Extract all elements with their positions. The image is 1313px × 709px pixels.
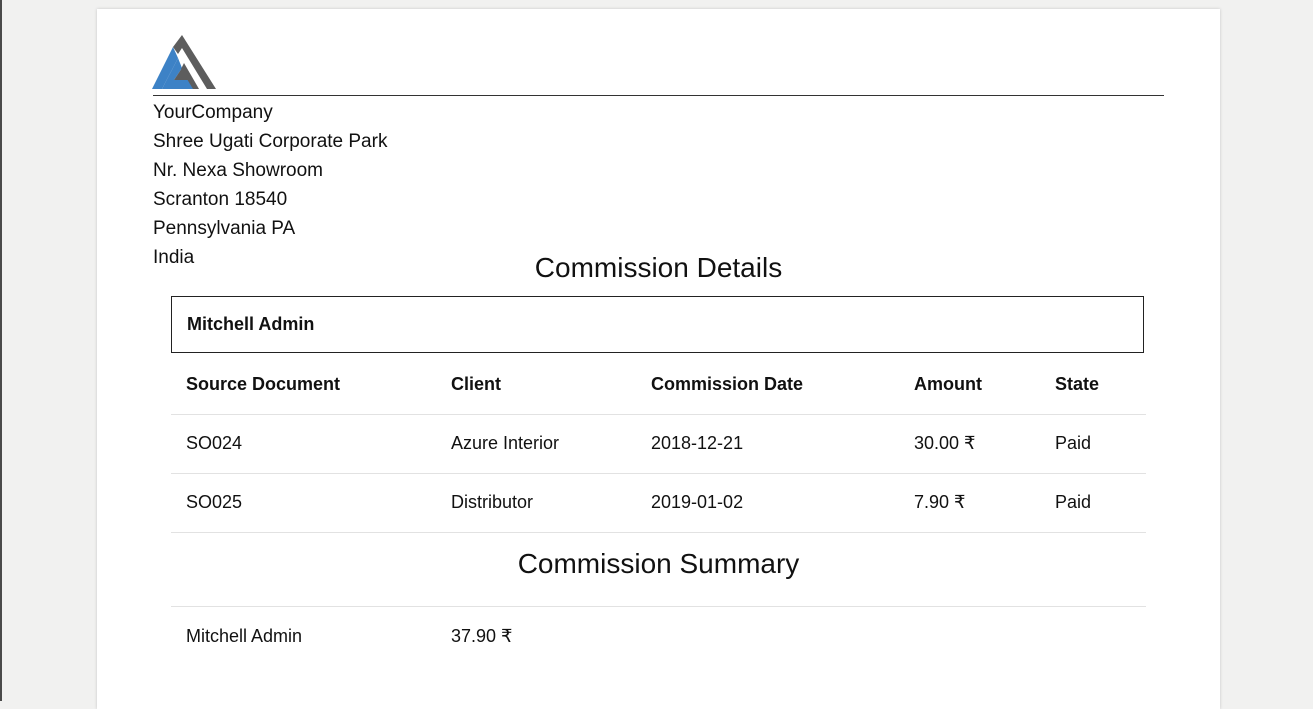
company-logo-icon (152, 35, 216, 89)
client-cell: Distributor (451, 492, 534, 512)
salesperson-header: Mitchell Admin (171, 296, 1144, 353)
commission-date-cell: 2018-12-21 (651, 433, 744, 453)
commission-date-cell: 2019-01-02 (651, 492, 744, 512)
header-divider (153, 95, 1164, 96)
summary-salesperson-cell: Mitchell Admin (186, 626, 303, 646)
amount-cell: 30.00 ₹ (914, 433, 976, 453)
address-line-2: Nr. Nexa Showroom (153, 160, 324, 181)
summary-total-cell: 37.90 ₹ (451, 626, 513, 646)
table-header-row: Source Document Client Commission Date A… (171, 355, 1146, 414)
column-header-amount: Amount (914, 374, 982, 394)
address-line-4: Pennsylvania PA (153, 218, 296, 239)
column-header-source-document: Source Document (186, 374, 341, 394)
address-line-1: Shree Ugati Corporate Park (153, 131, 388, 152)
column-header-client: Client (451, 374, 502, 394)
column-header-state: State (1055, 374, 1100, 394)
source-document-cell: SO024 (186, 433, 243, 453)
window-left-edge (0, 0, 2, 701)
column-header-commission-date: Commission Date (651, 374, 804, 394)
commission-details-title: Commission Details (534, 252, 783, 283)
company-name: YourCompany (153, 102, 273, 123)
client-cell: Azure Interior (451, 433, 560, 453)
state-cell: Paid (1055, 492, 1092, 512)
amount-cell: 7.90 ₹ (914, 492, 966, 512)
table-row: SO025 Distributor 2019-01-02 7.90 ₹ Paid (171, 473, 1146, 532)
summary-row: Mitchell Admin 37.90 ₹ (171, 607, 1146, 666)
commission-summary-title: Commission Summary (517, 548, 800, 579)
state-cell: Paid (1055, 433, 1092, 453)
company-address: YourCompany Shree Ugati Corporate Park N… (153, 98, 387, 272)
report-page: YourCompany Shree Ugati Corporate Park N… (97, 9, 1220, 709)
address-line-3: Scranton 18540 (153, 189, 288, 210)
row-divider (171, 532, 1146, 533)
source-document-cell: SO025 (186, 492, 243, 512)
table-row: SO024 Azure Interior 2018-12-21 30.00 ₹ … (171, 414, 1146, 473)
salesperson-name: Mitchell Admin (187, 314, 315, 334)
